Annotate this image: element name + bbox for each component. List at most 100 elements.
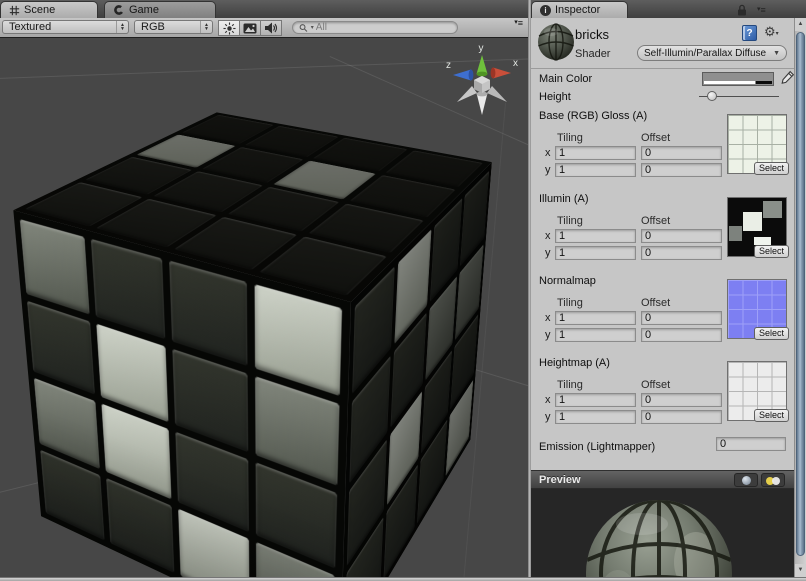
axis-y-label: y [545, 411, 551, 423]
preview-area[interactable] [531, 489, 794, 577]
lighting-toggle-button[interactable] [218, 20, 240, 36]
preview-title: Preview [539, 474, 581, 486]
illumin-texture-square [743, 212, 762, 231]
audio-toggle-button[interactable] [260, 20, 282, 36]
offset-x-input[interactable] [641, 311, 722, 325]
preview-lighting-toggle-button[interactable] [761, 473, 785, 487]
tiling-y-input[interactable] [555, 410, 636, 424]
select-texture-button[interactable]: Select [754, 162, 789, 175]
offset-header: Offset [641, 215, 670, 227]
height-slider[interactable] [699, 90, 779, 102]
gizmo-y-label: y [479, 43, 484, 54]
offset-y-input[interactable] [641, 246, 722, 260]
search-input[interactable] [316, 22, 451, 33]
offset-x-input[interactable] [641, 229, 722, 243]
select-texture-button[interactable]: Select [754, 245, 789, 258]
gizmo-center-cube[interactable] [474, 76, 490, 93]
effects-toggle-button[interactable] [239, 20, 261, 36]
offset-y-input[interactable] [641, 163, 722, 177]
cube-tile [255, 284, 342, 396]
tab-inspector[interactable]: i Inspector [531, 1, 628, 18]
offset-y-input[interactable] [641, 410, 722, 424]
grid-icon [9, 5, 20, 16]
eyedropper-icon[interactable] [779, 70, 795, 86]
tab-game[interactable]: Game [104, 1, 216, 18]
select-texture-button[interactable]: Select [754, 327, 789, 340]
inspector-tabstrip: i Inspector ▾≡ [531, 0, 806, 19]
texture-thumbnail[interactable]: Select [727, 279, 787, 339]
dropdown-arrows-icon: ▲▼ [116, 21, 128, 33]
tiling-y-input[interactable] [555, 328, 636, 342]
preview-sphere-button[interactable] [734, 473, 758, 487]
tiling-y-input[interactable] [555, 163, 636, 177]
texture-thumbnail[interactable]: Select [727, 114, 787, 174]
emission-label: Emission (Lightmapper) [539, 441, 655, 453]
offset-x-input[interactable] [641, 146, 722, 160]
render-mode-dropdown[interactable]: Textured ▲▼ [2, 20, 129, 34]
shader-dropdown[interactable]: Self-Illumin/Parallax Diffuse ▼ [637, 45, 787, 61]
speaker-icon [264, 22, 278, 34]
window-bottom-edge [0, 577, 806, 581]
scene-pane-menu-icon[interactable]: ▾≡ [514, 18, 523, 28]
texture-slot-title: Illumin (A) [539, 193, 589, 205]
tiling-header: Tiling [557, 215, 583, 227]
texture-slot-normalmap: Normalmap Tiling Offset x y Select [531, 275, 793, 355]
tab-game-label: Game [129, 4, 159, 16]
gizmo-x-axis[interactable] [491, 68, 511, 79]
inspector-scrollbar[interactable]: ▲ ▼ [794, 18, 806, 577]
scrollbar-thumb[interactable] [796, 32, 805, 556]
material-preview-ball[interactable] [537, 23, 575, 61]
scene-search-field[interactable]: ▾ [292, 21, 458, 34]
emission-input[interactable] [716, 437, 786, 451]
image-icon [243, 23, 257, 34]
inspector-pane-menu-icon[interactable]: ▾≡ [757, 5, 766, 15]
tiling-header: Tiling [557, 379, 583, 391]
height-label: Height [539, 91, 571, 103]
info-icon: i [540, 5, 551, 16]
help-icon[interactable]: ? [742, 25, 757, 41]
scene-viewport[interactable]: y x z [0, 38, 528, 577]
axis-y-label: y [545, 247, 551, 259]
color-channel-value: RGB [141, 21, 200, 33]
preview-material-sphere[interactable] [584, 498, 734, 577]
lock-icon[interactable] [737, 4, 747, 16]
tiling-x-input[interactable] [555, 146, 636, 160]
shader-field-label: Shader [575, 48, 610, 60]
illumin-texture-square [729, 226, 742, 241]
texture-thumbnail[interactable]: Select [727, 197, 787, 257]
light-off-dot-icon [772, 477, 780, 485]
slider-knob[interactable] [707, 91, 717, 101]
tiling-header: Tiling [557, 132, 583, 144]
gear-icon[interactable]: ⚙▾ [764, 24, 779, 40]
scroll-down-icon[interactable]: ▼ [795, 564, 806, 577]
gizmo-z-axis[interactable] [453, 70, 473, 81]
scroll-up-icon[interactable]: ▲ [795, 18, 806, 31]
search-icon [299, 23, 309, 33]
scene-orientation-gizmo[interactable]: y x z [442, 42, 522, 120]
gizmo-y-axis[interactable] [477, 55, 488, 76]
tiling-y-input[interactable] [555, 246, 636, 260]
tab-scene[interactable]: Scene [0, 1, 98, 18]
tiling-x-input[interactable] [555, 393, 636, 407]
axis-x-label: x [545, 312, 551, 324]
material-header: bricks ? ⚙▾ Shader Self-Illumin/Parallax… [531, 18, 806, 69]
select-texture-button[interactable]: Select [754, 409, 789, 422]
offset-x-input[interactable] [641, 393, 722, 407]
main-color-swatch[interactable] [702, 72, 774, 86]
tiling-x-input[interactable] [555, 311, 636, 325]
scene-toolbar: Textured ▲▼ RGB ▲▼ [0, 18, 528, 38]
gizmo-z-label: z [446, 60, 451, 71]
search-filter-caret-icon: ▾ [311, 24, 314, 31]
dropdown-arrows-icon: ▲▼ [200, 21, 212, 33]
preview-header[interactable]: Preview [531, 470, 806, 489]
texture-slot-title: Heightmap (A) [539, 357, 610, 369]
offset-y-input[interactable] [641, 328, 722, 342]
color-channel-dropdown[interactable]: RGB ▲▼ [134, 20, 213, 34]
tab-scene-label: Scene [24, 4, 55, 16]
tiling-x-input[interactable] [555, 229, 636, 243]
axis-x-label: x [545, 394, 551, 406]
texture-thumbnail[interactable]: Select [727, 361, 787, 421]
texture-slot-title: Base (RGB) Gloss (A) [539, 110, 647, 122]
chevron-down-icon: ▼ [773, 50, 780, 57]
material-name: bricks [575, 27, 609, 42]
